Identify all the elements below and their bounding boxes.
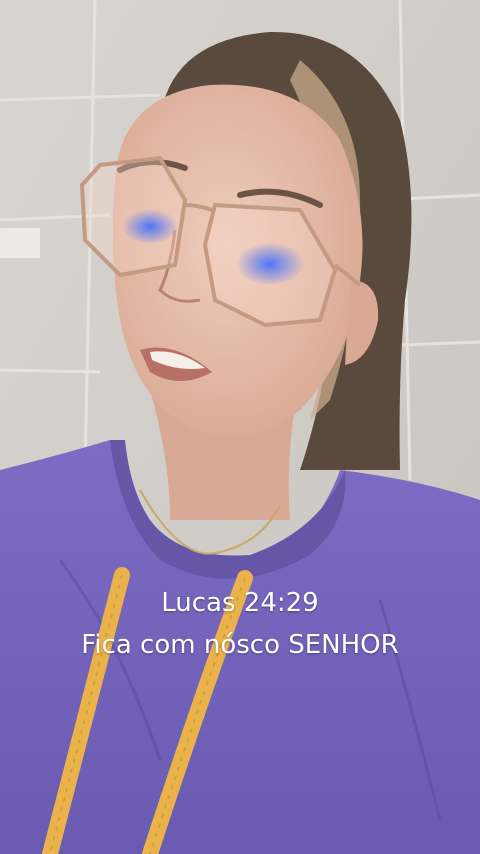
- verse-reference: Lucas 24:29: [161, 588, 319, 618]
- video-scene: [0, 0, 480, 854]
- video-frame: Lucas 24:29 Fica com nósco SENHOR: [0, 0, 480, 854]
- verse-caption: Lucas 24:29 Fica com nósco SENHOR: [0, 582, 480, 666]
- verse-text: Fica com nósco SENHOR: [81, 630, 399, 660]
